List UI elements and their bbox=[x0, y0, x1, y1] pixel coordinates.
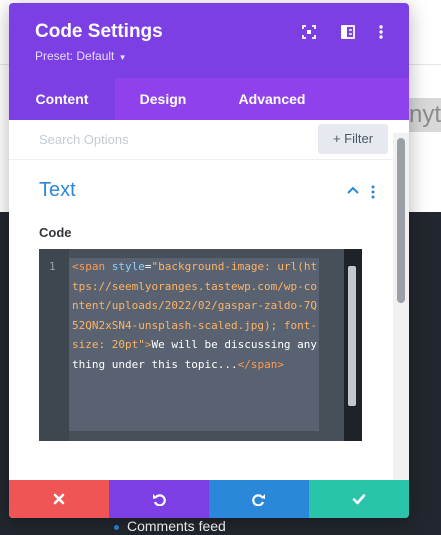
sidebar-layout-icon[interactable] bbox=[339, 23, 357, 41]
page-heading-fragment: nyth bbox=[406, 98, 441, 132]
redo-icon bbox=[252, 494, 265, 506]
line-gutter: 1 bbox=[39, 249, 69, 441]
section-more-icon[interactable] bbox=[371, 185, 375, 199]
code-attr-name: style bbox=[105, 260, 145, 273]
code-content[interactable]: <span style="background-image: url(https… bbox=[69, 257, 318, 375]
tab-bar: Content Design Advanced bbox=[9, 78, 409, 120]
body-scrollbar-thumb[interactable] bbox=[397, 138, 405, 303]
code-settings-modal: Code Settings Preset: Default ▼ Content … bbox=[9, 3, 409, 518]
redo-button[interactable] bbox=[209, 480, 309, 518]
search-placeholder: Search Options bbox=[39, 132, 129, 147]
caret-down-icon: ▼ bbox=[116, 53, 127, 62]
chevron-up-icon[interactable] bbox=[346, 185, 360, 195]
check-icon bbox=[352, 494, 366, 505]
tab-advanced[interactable]: Advanced bbox=[211, 78, 333, 120]
comments-feed-label: Comments feed bbox=[127, 518, 226, 534]
tab-content[interactable]: Content bbox=[9, 78, 115, 120]
close-icon bbox=[53, 493, 65, 505]
editor-scrollbar-thumb[interactable] bbox=[348, 266, 356, 406]
modal-header[interactable]: Code Settings Preset: Default ▼ bbox=[9, 3, 409, 78]
preset-label: Preset: Default bbox=[35, 49, 115, 63]
bullet-icon bbox=[114, 524, 119, 530]
code-tag-open: <span bbox=[72, 260, 106, 273]
filter-button[interactable]: + Filter bbox=[318, 124, 388, 154]
line-number: 1 bbox=[49, 260, 56, 273]
code-field-label: Code bbox=[39, 225, 72, 240]
modal-action-bar bbox=[9, 480, 409, 518]
expand-icon[interactable] bbox=[300, 23, 318, 41]
undo-button[interactable] bbox=[109, 480, 209, 518]
settings-body: Text Code 1 <span style="background-imag… bbox=[9, 160, 393, 480]
section-title[interactable]: Text bbox=[39, 179, 76, 202]
undo-icon bbox=[153, 494, 166, 506]
code-editor[interactable]: 1 <span style="background-image: url(htt… bbox=[39, 249, 362, 441]
tab-design[interactable]: Design bbox=[115, 78, 211, 120]
preset-selector[interactable]: Preset: Default ▼ bbox=[35, 49, 127, 63]
text-section-panel: Text Code 1 <span style="background-imag… bbox=[9, 160, 393, 480]
comments-feed-link[interactable]: Comments feed bbox=[114, 518, 226, 534]
save-button[interactable] bbox=[309, 480, 409, 518]
modal-title: Code Settings bbox=[35, 21, 163, 42]
code-tag-close: </span> bbox=[237, 357, 284, 371]
cancel-button[interactable] bbox=[9, 480, 109, 518]
code-equals: = bbox=[144, 260, 152, 273]
more-vertical-icon[interactable] bbox=[372, 23, 390, 41]
